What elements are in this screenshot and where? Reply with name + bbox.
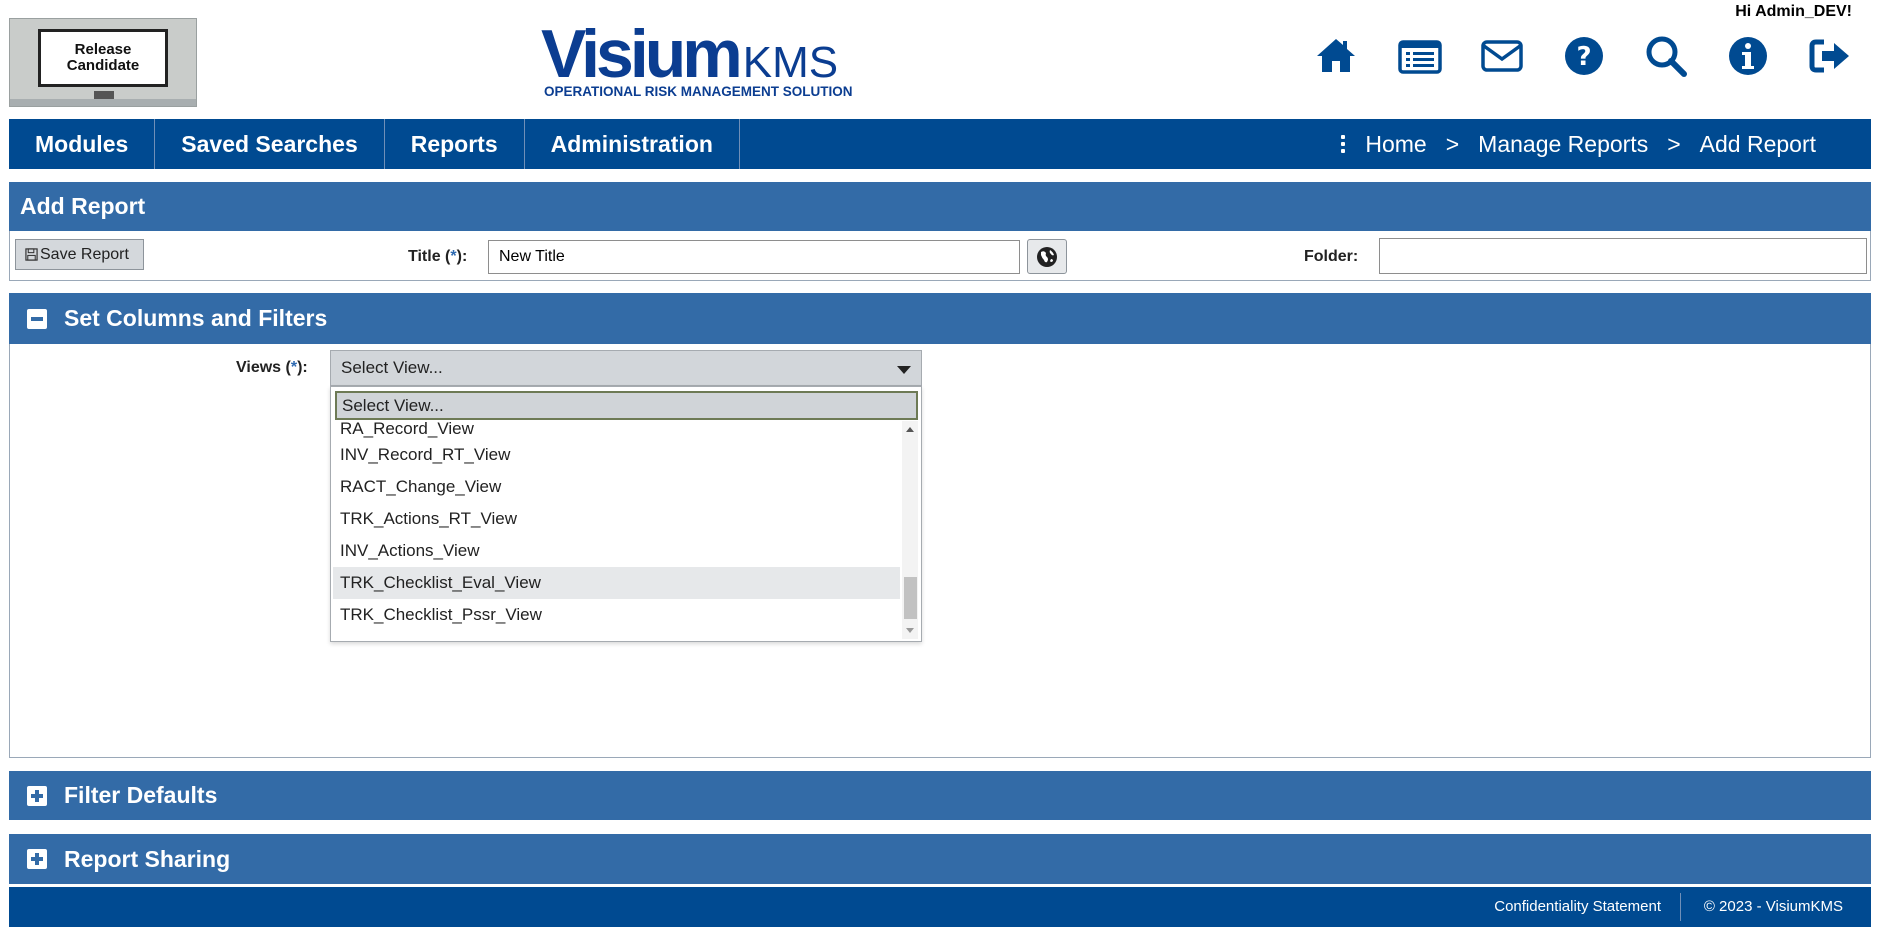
info-icon[interactable] [1724,32,1772,80]
expand-icon[interactable] [27,785,47,806]
views-dropdown: Select View... RA_Record_View INV_Record… [330,386,922,642]
breadcrumb: Home > Manage Reports > Add Report [1341,119,1816,169]
search-icon[interactable] [1642,32,1690,80]
views-option-list: RA_Record_View INV_Record_RT_View RACT_C… [333,421,900,641]
add-report-header: Add Report [9,182,1871,231]
badge-text: Release Candidate [38,29,168,87]
main-nav: Modules Saved Searches Reports Administr… [9,119,1871,169]
view-option[interactable]: RA_Record_View [333,421,900,439]
floppy-disk-icon [25,248,38,261]
report-sharing-title: Report Sharing [64,845,231,872]
home-icon[interactable] [1312,32,1360,80]
collapse-icon[interactable] [27,308,47,329]
logout-icon[interactable] [1806,32,1854,80]
add-report-form: Save Report Title (*): Folder: [9,231,1871,281]
copyright-text: © 2023 - VisiumKMS [1703,898,1843,915]
nav-saved-searches[interactable]: Saved Searches [155,119,385,169]
mail-icon[interactable] [1478,32,1526,80]
views-dropdown-search[interactable]: Select View... [335,391,918,420]
view-option[interactable]: TRK_Actions_RT_View [333,503,900,535]
set-columns-header[interactable]: Set Columns and Filters [9,293,1871,344]
logo-suffix: KMS [742,38,839,87]
scroll-down-arrow-icon[interactable] [906,628,914,633]
app-header: Release Candidate VisiumKMS OPERATIONAL … [0,0,1877,118]
breadcrumb-separator: > [1445,130,1460,157]
title-input[interactable] [488,240,1020,274]
view-option[interactable]: RACT_Change_View [333,471,900,503]
logo-word: Visium [541,16,743,92]
chevron-down-icon [897,366,911,374]
folder-label: Folder: [1304,248,1359,265]
confidentiality-link[interactable]: Confidentiality Statement [1494,898,1661,915]
scrollbar-thumb[interactable] [904,577,917,619]
views-label: Views (*): [236,359,308,376]
set-columns-body: Views (*): Select View... Select View...… [9,344,1871,758]
globe-icon [1037,246,1057,267]
breadcrumb-add-report: Add Report [1699,130,1816,157]
filter-defaults-header[interactable]: Filter Defaults [9,771,1871,820]
report-sharing-header[interactable]: Report Sharing [9,834,1871,884]
logo-tagline: OPERATIONAL RISK MANAGEMENT SOLUTION [544,84,853,99]
help-icon[interactable]: ? [1560,32,1608,80]
page-title: Add Report [20,193,146,219]
breadcrumb-manage-reports[interactable]: Manage Reports [1478,131,1648,158]
set-columns-title: Set Columns and Filters [64,305,328,331]
release-candidate-badge: Release Candidate [9,18,197,107]
user-greeting: Hi Admin_DEV! [1735,3,1852,20]
save-report-label: Save Report [40,245,129,263]
translate-globe-button[interactable] [1027,239,1067,274]
more-vertical-icon[interactable] [1341,135,1347,153]
nav-reports[interactable]: Reports [385,119,525,169]
svg-text:?: ? [1576,42,1591,72]
breadcrumb-home[interactable]: Home [1365,131,1426,158]
folder-input[interactable] [1379,238,1867,274]
visiumkms-logo[interactable]: VisiumKMS OPERATIONAL RISK MANAGEMENT SO… [541,20,871,102]
views-select-value: Select View... [341,358,443,377]
nav-administration[interactable]: Administration [525,119,740,169]
filter-defaults-title: Filter Defaults [64,782,218,808]
view-option[interactable]: TRK_Checklist_Pssr_View [333,599,900,631]
breadcrumb-separator: > [1667,130,1681,157]
view-option-hovered[interactable]: TRK_Checklist_Eval_View [333,567,900,599]
scroll-up-arrow-icon[interactable] [906,427,914,432]
list-icon[interactable] [1396,32,1444,80]
views-select[interactable]: Select View... [330,350,922,386]
save-report-button[interactable]: Save Report [15,239,144,270]
expand-icon[interactable] [27,849,47,869]
view-option[interactable]: INV_Record_RT_View [333,439,900,471]
nav-modules[interactable]: Modules [9,119,156,169]
footer: Confidentiality Statement © 2023 - Visiu… [9,887,1871,927]
title-label: Title (*): [408,248,468,265]
view-option[interactable]: INV_Actions_View [333,535,900,567]
dropdown-scrollbar[interactable] [902,421,918,639]
